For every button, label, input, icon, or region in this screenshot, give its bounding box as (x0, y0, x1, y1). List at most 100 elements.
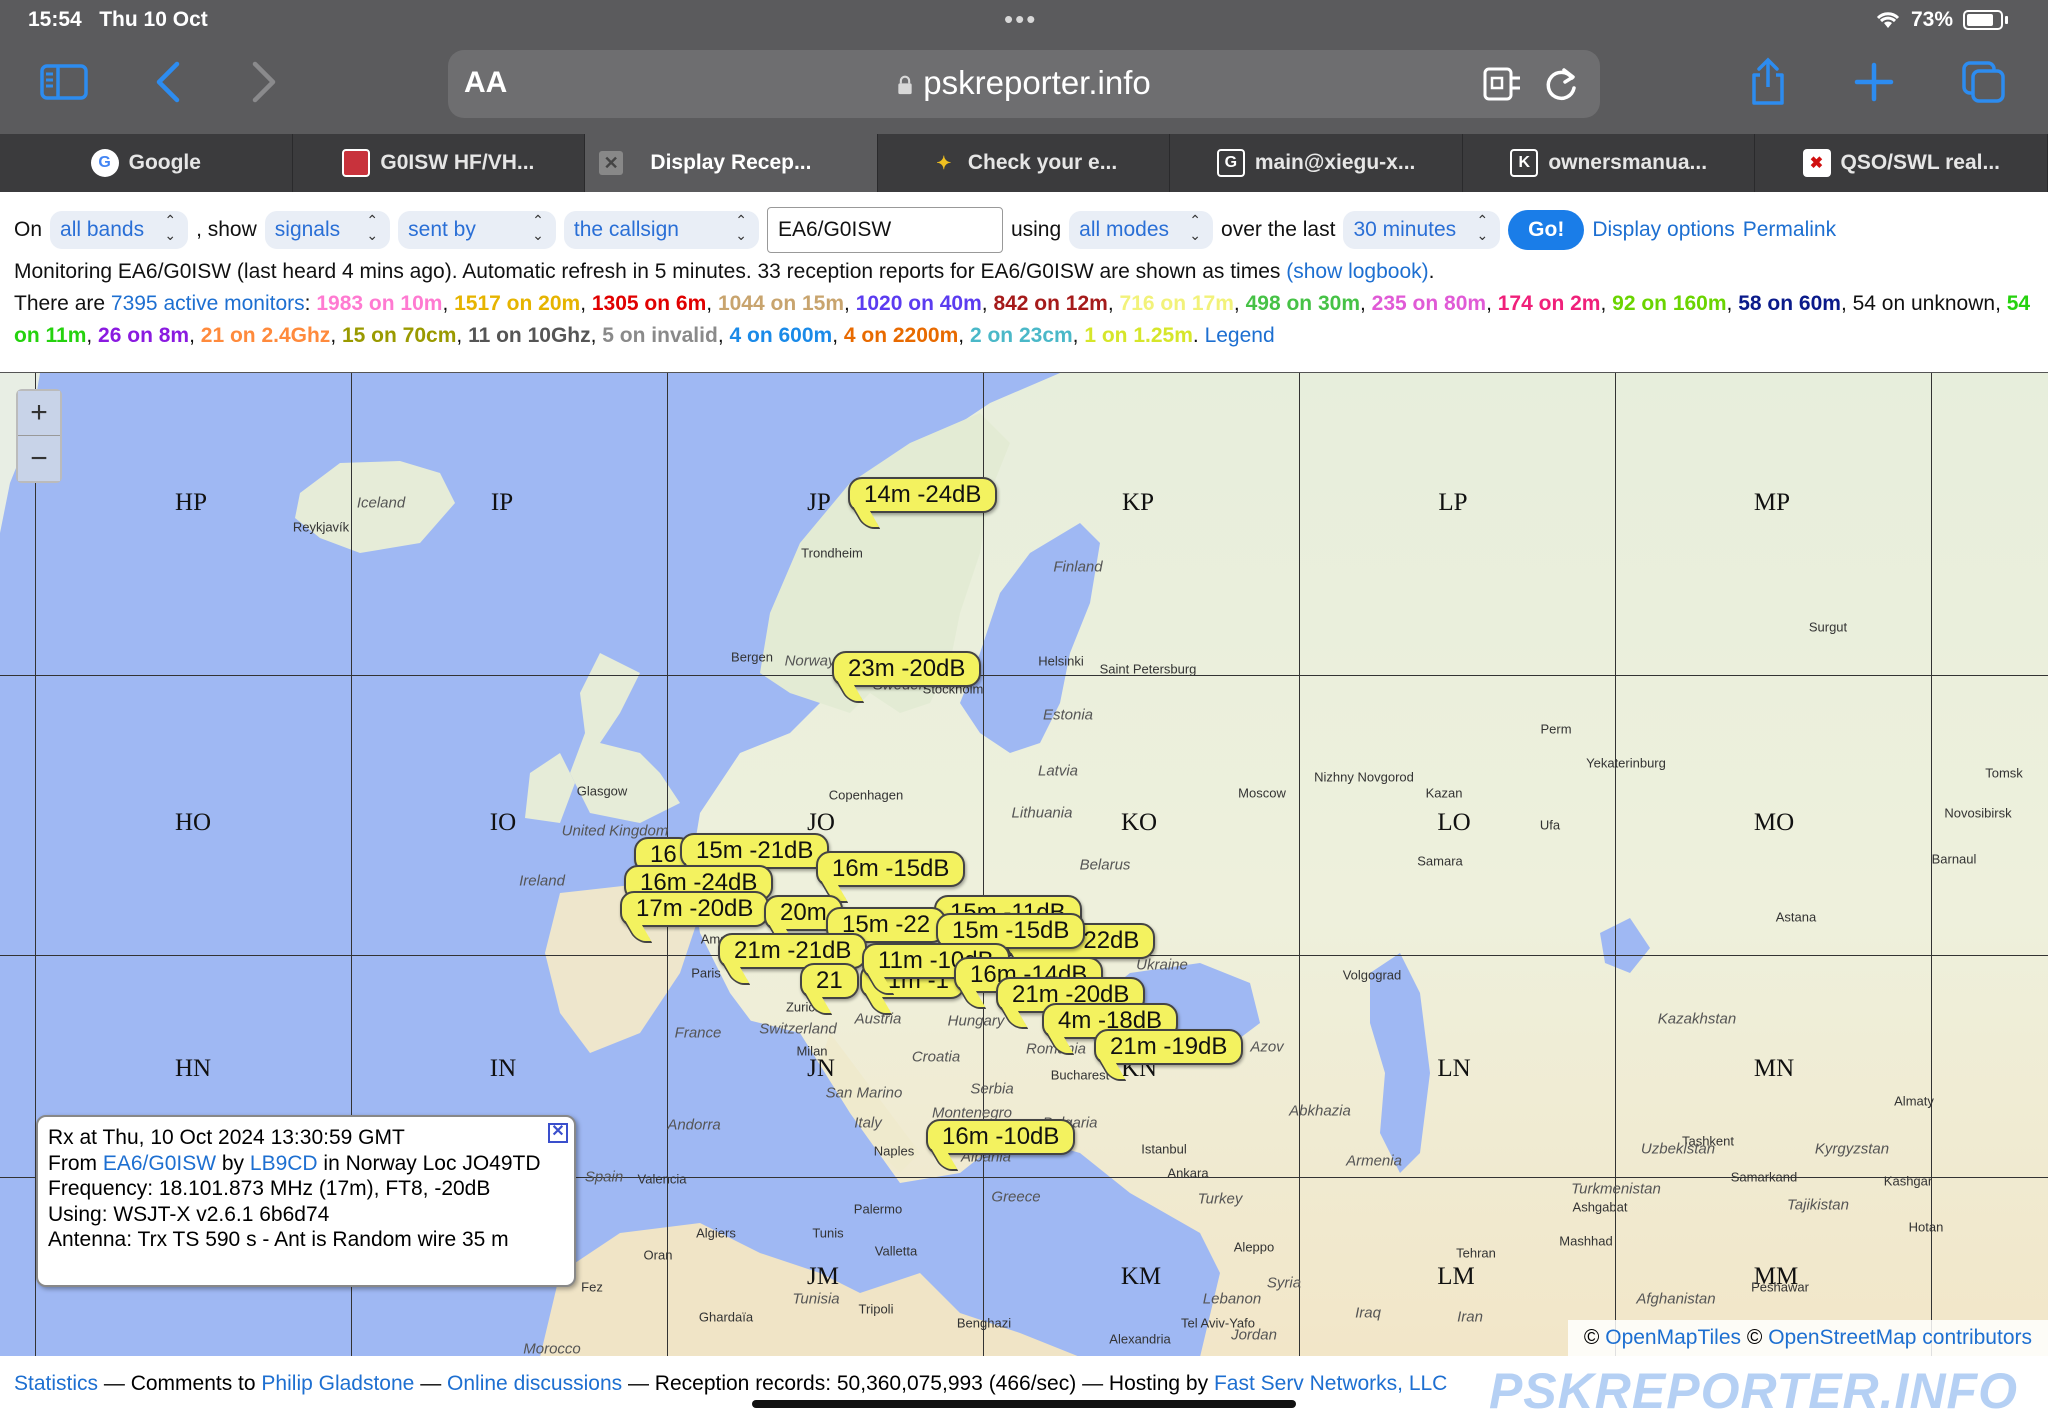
reload-icon[interactable] (1542, 64, 1580, 104)
close-tab-icon[interactable]: ✕ (599, 151, 624, 175)
tab-g0isw[interactable]: G0ISW HF/VH... (293, 134, 586, 192)
signal-report-bubble[interactable]: 21 (800, 963, 859, 999)
popup-using: Using: WSJT-X v2.6.1 6b6d74 (48, 1202, 330, 1226)
permalink-link[interactable]: Permalink (1743, 218, 1836, 242)
home-indicator[interactable] (752, 1400, 1296, 1408)
openstreetmap-link[interactable]: OpenStreetMap contributors (1768, 1326, 2032, 1349)
band-count: 1517 on 20m (454, 292, 581, 315)
show-select[interactable]: signals (264, 211, 391, 249)
multitasking-dots-icon[interactable]: ••• (1004, 4, 1037, 35)
wifi-icon (1876, 12, 1900, 28)
place-label: Yekaterinburg (1586, 755, 1666, 771)
signal-report-bubble[interactable]: 16m -15dB (816, 851, 966, 887)
popup-antenna: Antenna: Trx TS 590 s - Ant is Random wi… (48, 1228, 509, 1251)
site-watermark: PSKREPORTER.INFO (1488, 1363, 2018, 1419)
signal-report-bubble[interactable]: 15m -21dB (680, 833, 830, 869)
country-label: Estonia (1042, 706, 1094, 724)
place-label: Almaty (1894, 1093, 1934, 1109)
url-display[interactable]: pskreporter.info (448, 64, 1600, 102)
period-select[interactable]: 30 minutes (1343, 211, 1501, 249)
band-count: 92 on 160m (1612, 292, 1727, 315)
popup-rx-time: Rx at Thu, 10 Oct 2024 13:30:59 GMT (48, 1126, 405, 1149)
band-stats: There are 7395 active monitors: 1983 on … (14, 288, 2034, 352)
tab-main-xiegu[interactable]: Gmain@xiegu-x... (1170, 134, 1463, 192)
footer-records-text: — Reception records: 50,360,075,993 (466… (622, 1372, 1214, 1395)
country-label: Greece (991, 1188, 1041, 1206)
tab-switch-icon[interactable] (1482, 66, 1524, 102)
close-popup-icon[interactable]: ✕ (548, 1123, 568, 1143)
signal-report-bubble[interactable]: 23m -20dB (832, 651, 982, 687)
philip-gladstone-link[interactable]: Philip Gladstone (261, 1372, 414, 1395)
place-label: Kashgar (1883, 1173, 1933, 1189)
legend-link[interactable]: Legend (1205, 324, 1275, 347)
sidebar-icon[interactable] (36, 56, 92, 108)
signal-report-bubble[interactable]: 16m -10dB (926, 1119, 1076, 1155)
place-label: Saint Petersburg (1099, 661, 1197, 677)
zoom-out-button[interactable]: − (18, 436, 60, 481)
locator-label: IO (489, 809, 517, 836)
country-label: Latvia (1037, 762, 1079, 780)
place-label: Tel Aviv-Yafo (1181, 1315, 1255, 1331)
active-monitors-link[interactable]: 7395 active monitors (111, 292, 305, 315)
new-tab-icon[interactable] (1846, 56, 1902, 108)
share-icon[interactable] (1740, 56, 1796, 108)
band-count: 4 on 600m (729, 324, 833, 347)
browser-chrome: 15:54 Thu 10 Oct ••• 73% AA pskreporter.… (0, 0, 2048, 134)
battery-icon (1963, 10, 2003, 30)
tab-check-your[interactable]: ✦ Check your e... (878, 134, 1171, 192)
place-label: Samarkand (1730, 1169, 1798, 1185)
country-label: Tunisia (792, 1290, 840, 1308)
country-label: Iraq (1355, 1304, 1381, 1322)
country-label: Turkmenistan (1571, 1180, 1661, 1198)
tab-bar: G Google G0ISW HF/VH... ✕ Display Recep...… (0, 134, 2048, 192)
signal-report-bubble[interactable]: 17m -20dB (620, 891, 770, 927)
direction-select[interactable]: sent by (398, 211, 556, 249)
tab-display-reception[interactable]: ✕ Display Recep... (585, 134, 878, 192)
go-button[interactable]: Go! (1508, 210, 1585, 250)
address-bar[interactable]: AA pskreporter.info (448, 50, 1600, 118)
locator-label: MP (1753, 489, 1791, 516)
tab-qso-swl[interactable]: ✖ QSO/SWL real... (1755, 134, 2048, 192)
statistics-link[interactable]: Statistics (14, 1372, 98, 1395)
signal-report-bubble[interactable]: 21m -19dB (1094, 1029, 1244, 1065)
tab-ownersmanual[interactable]: Kownersmanua... (1463, 134, 1756, 192)
openmaptiles-link[interactable]: OpenMapTiles (1605, 1326, 1741, 1349)
place-label: Barnaul (1931, 851, 1977, 867)
receiver-callsign-link[interactable]: LB9CD (250, 1152, 318, 1175)
country-label: Lebanon (1202, 1290, 1262, 1308)
place-label: Nizhny Novgorod (1314, 769, 1414, 785)
mode-select[interactable]: all modes (1069, 211, 1214, 249)
country-label: Afghanistan (1636, 1290, 1716, 1308)
colon-text: : (304, 292, 311, 315)
zoom-in-button[interactable]: + (18, 391, 60, 436)
show-logbook-link[interactable]: (show logbook) (1286, 260, 1428, 283)
hosting-link[interactable]: Fast Serv Networks, LLC (1214, 1372, 1447, 1395)
over-the-last-label: over the last (1221, 218, 1336, 241)
place-label: Tunis (812, 1225, 844, 1241)
forward-icon[interactable] (236, 56, 292, 108)
sender-callsign-link[interactable]: EA6/G0ISW (103, 1152, 216, 1175)
copyright-symbol: © (1583, 1326, 1600, 1349)
place-label: Hotan (1908, 1219, 1944, 1235)
target-select[interactable]: the callsign (563, 211, 759, 249)
on-label: On (14, 218, 43, 241)
display-options-link[interactable]: Display options (1592, 218, 1734, 242)
country-label: Abkhazia (1289, 1102, 1351, 1120)
signal-report-bubble[interactable]: 14m -24dB (848, 477, 998, 513)
country-label: Tajikistan (1787, 1196, 1849, 1214)
place-label: Peshawar (1751, 1279, 1809, 1295)
band-count: 235 on 80m (1371, 292, 1487, 315)
reception-map[interactable]: HP IP JP KP LP MP HO IO JO KO LO MO HN I… (0, 372, 2048, 1356)
country-label: Belarus (1079, 856, 1131, 874)
place-label: Perm (1540, 721, 1572, 737)
band-select[interactable]: all bands (50, 211, 189, 249)
callsign-input[interactable] (766, 207, 1003, 253)
locator-label: HO (174, 809, 212, 836)
back-icon[interactable] (140, 56, 196, 108)
tabs-overview-icon[interactable] (1956, 56, 2012, 108)
tab-google[interactable]: G Google (0, 134, 293, 192)
monitoring-text: Monitoring EA6/G0ISW (last heard 4 mins … (14, 260, 1287, 283)
online-discussions-link[interactable]: Online discussions (447, 1372, 622, 1395)
locator-label: KM (1120, 1263, 1162, 1290)
place-label: Reykjavík (292, 519, 350, 535)
